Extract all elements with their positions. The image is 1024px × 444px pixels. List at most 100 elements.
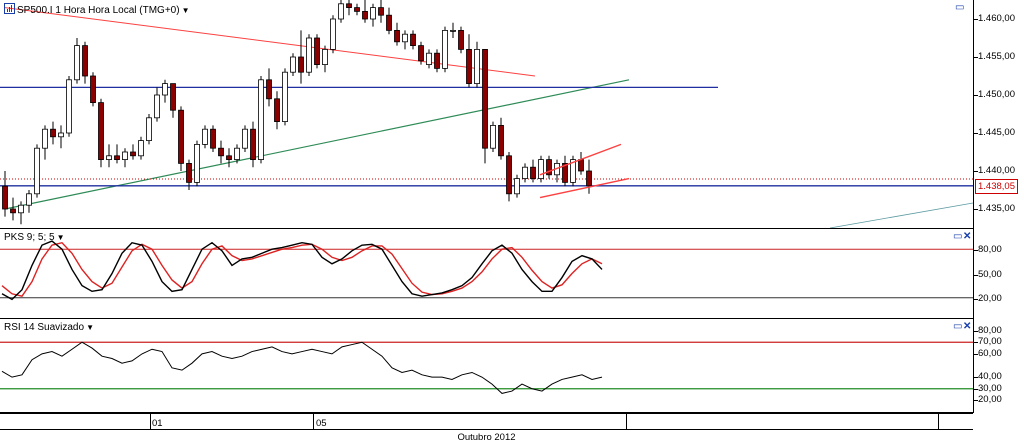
candle-body (410, 33, 416, 47)
candle-body (26, 193, 32, 206)
axis-tick-label: 20,00 (978, 292, 1002, 304)
candle-body (522, 166, 528, 179)
time-label-01: 01 (152, 418, 163, 429)
candle-body (330, 18, 336, 50)
price-pane[interactable]: SP500.I 1 Hora Hora Local (TMG+0) ▼ ▭ (0, 0, 973, 229)
axis-tick-label: 50,00 (978, 268, 1002, 280)
candle-body (442, 29, 448, 69)
candle-body (314, 37, 320, 66)
axis-tick-label: 70,00 (978, 336, 1002, 348)
chart-icon (4, 3, 15, 14)
price-pane-title[interactable]: SP500.I 1 Hora Hora Local (TMG+0) ▼ (4, 3, 190, 16)
candle-body (434, 52, 440, 69)
axis-tick-label: 60,00 (978, 347, 1002, 359)
candle-body (474, 49, 480, 85)
candle-body (106, 155, 112, 161)
maximize-icon[interactable]: ▭ (953, 322, 962, 332)
time-label-05: 05 (316, 418, 327, 429)
candle-body (290, 56, 296, 73)
rsi-line (1, 341, 603, 394)
axis-tick-label: 1.455,00 (978, 51, 1015, 62)
pks-pane-title[interactable]: PKS 9; 5; 5 ▼ (4, 232, 65, 243)
dropdown-caret-icon[interactable]: ▼ (57, 233, 65, 242)
candle-body (122, 151, 128, 160)
pks-k-line (1, 240, 603, 301)
teal-trendline (829, 202, 973, 228)
price-chart[interactable] (0, 0, 973, 228)
candle-body (138, 140, 144, 157)
candle-body (450, 29, 456, 32)
candle-body (266, 79, 272, 100)
candle-body (154, 94, 160, 119)
candle-body (218, 147, 224, 157)
candle-body (498, 125, 504, 157)
candle-body (210, 128, 216, 149)
rsi-chart[interactable] (0, 319, 973, 412)
axis-tick-label: 80,00 (978, 244, 1002, 256)
candle-body (66, 79, 72, 134)
axis-tick-label: 1.435,00 (978, 203, 1015, 214)
candle-body (370, 7, 376, 20)
candle-body (186, 162, 192, 183)
candle-body (514, 178, 520, 195)
candle-body (306, 37, 312, 73)
candle-body (178, 109, 184, 164)
candle-body (170, 83, 176, 111)
axis-tick-label: 1.445,00 (978, 127, 1015, 138)
channel-line (539, 177, 630, 199)
pks-axis: 80,00 50,00 20,00 (973, 229, 1024, 319)
candle-body (322, 49, 328, 66)
axis-tick-label: 30,00 (978, 382, 1002, 394)
pks-chart[interactable] (0, 229, 973, 318)
candle-body (394, 29, 400, 43)
axis-tick-label: 1.440,00 (978, 165, 1015, 176)
candle-body (226, 155, 232, 161)
axis-tick-label: 20,00 (978, 394, 1002, 406)
dropdown-caret-icon[interactable]: ▼ (86, 323, 94, 332)
axis-tick-label: 1.460,00 (978, 13, 1015, 24)
candle-body (250, 128, 256, 160)
maximize-icon[interactable]: ▭ (953, 232, 962, 242)
candle-body (90, 75, 96, 104)
rsi-pane-title[interactable]: RSI 14 Suavizado ▼ (4, 322, 94, 333)
candle-body (202, 128, 208, 145)
candle-body (378, 7, 384, 16)
candle-body (242, 128, 248, 149)
last-price-label: 1.438,05 (975, 178, 1018, 194)
candle-body (58, 132, 64, 138)
candle-body (298, 56, 304, 73)
maximize-icon[interactable]: ▭ (955, 3, 964, 13)
candle-body (530, 166, 536, 179)
candle-body (50, 128, 56, 138)
candle-body (130, 151, 136, 157)
candle-body (282, 71, 288, 122)
candle-body (82, 45, 88, 77)
close-icon[interactable]: ✕ (963, 322, 971, 332)
candle-body (114, 155, 120, 161)
time-separator (150, 414, 151, 430)
candle-body (34, 147, 40, 195)
time-separator (626, 414, 627, 430)
pks-pane[interactable]: PKS 9; 5; 5 ▼ ▭ ✕ (0, 229, 973, 319)
dropdown-caret-icon[interactable]: ▼ (182, 6, 190, 15)
time-separator (938, 414, 939, 430)
candle-body (578, 159, 584, 172)
axis-tick-label: 1.450,00 (978, 89, 1015, 100)
candle-body (18, 204, 24, 214)
candle-body (506, 155, 512, 195)
candle-body (362, 10, 368, 20)
candle-body (386, 14, 392, 31)
axis-tick-label: 80,00 (978, 324, 1002, 336)
candle-body (466, 49, 472, 85)
candle-body (426, 52, 432, 66)
candle-body (458, 29, 464, 50)
candle-body (146, 117, 152, 142)
time-axis: 01 05 Outubro 2012 (0, 413, 973, 444)
rsi-pane[interactable]: RSI 14 Suavizado ▼ ▭ ✕ (0, 319, 973, 413)
candle-body (258, 79, 264, 161)
close-icon[interactable]: ✕ (963, 232, 971, 242)
axis-tick-label: 40,00 (978, 371, 1002, 383)
candle-body (418, 45, 424, 62)
rsi-axis: 80,00 70,00 60,00 40,00 30,00 20,00 (973, 319, 1024, 413)
candle-body (274, 98, 280, 123)
